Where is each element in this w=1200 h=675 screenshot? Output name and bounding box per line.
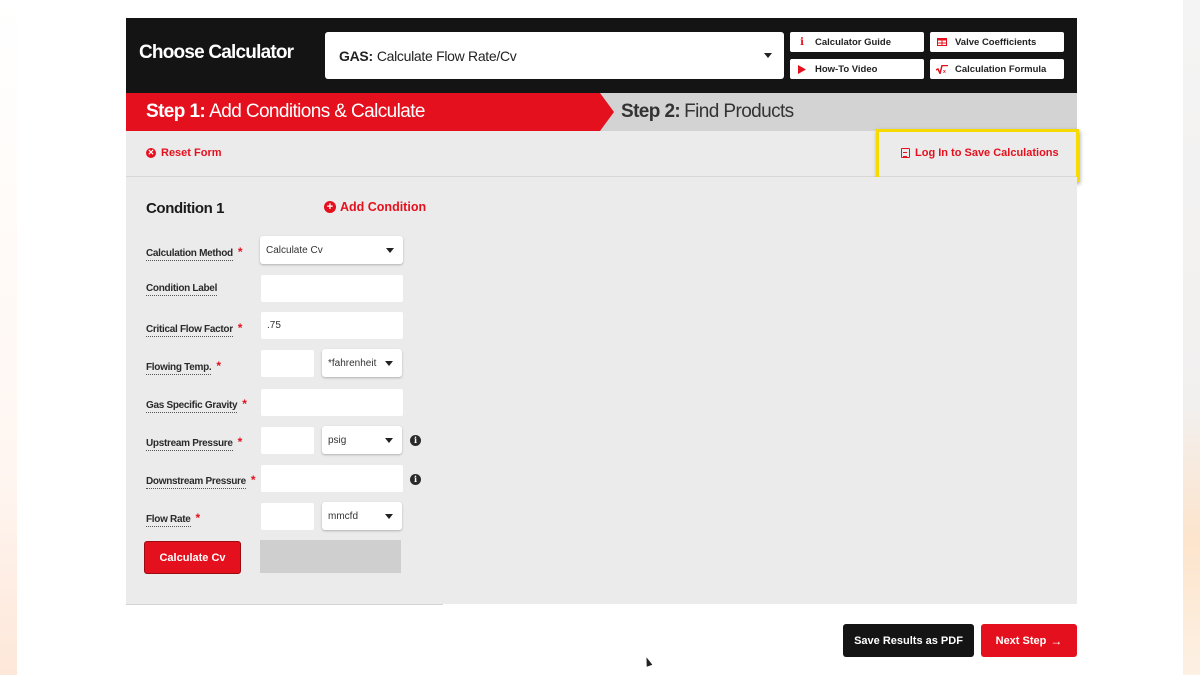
background-edge-right	[1183, 0, 1200, 675]
label-text: Flowing Temp.	[146, 362, 212, 375]
valve-coefficients-button[interactable]: Valve Coefficients	[930, 32, 1064, 52]
required-marker: *	[195, 511, 201, 525]
label-text: Gas Specific Gravity	[146, 400, 238, 413]
flow-rate-unit-value: mmcfd	[328, 510, 358, 522]
step-2-prefix: Step 2:	[621, 101, 681, 122]
reset-form-label: Reset Form	[161, 147, 222, 159]
label-text: Condition Label	[146, 283, 218, 296]
chevron-down-icon	[385, 514, 393, 519]
calculator-icon	[901, 148, 910, 158]
table-icon	[935, 38, 949, 46]
step-1-tab[interactable]: Step 1: Add Conditions & Calculate	[126, 93, 614, 131]
condition-label-label: Condition Label	[146, 283, 218, 296]
calculator-guide-label: Calculator Guide	[815, 36, 892, 48]
result-output	[260, 540, 401, 573]
flow-rate-label: Flow Rate *	[146, 511, 201, 527]
gas-specific-gravity-label: Gas Specific Gravity *	[146, 397, 247, 413]
header: Choose Calculator GAS: Calculate Flow Ra…	[126, 18, 1077, 93]
critical-flow-factor-label: Critical Flow Factor *	[146, 321, 243, 337]
calculation-method-value: Calculate Cv	[266, 244, 323, 256]
flowing-temp-unit-value: *fahrenheit	[328, 357, 377, 369]
info-icon[interactable]: i	[410, 474, 421, 485]
step-2-label: Find Products	[684, 101, 794, 122]
gas-specific-gravity-input[interactable]	[261, 389, 403, 416]
required-marker: *	[237, 321, 243, 335]
chevron-down-icon	[385, 438, 393, 443]
calculator-select-value: Calculate Flow Rate/Cv	[376, 47, 517, 64]
required-marker: *	[242, 397, 247, 411]
upstream-pressure-unit-select[interactable]: psig	[322, 426, 402, 454]
required-marker: *	[250, 473, 256, 487]
chevron-down-icon	[385, 361, 393, 366]
background-edge-left	[0, 0, 17, 675]
chevron-down-icon	[386, 248, 394, 253]
reset-form-button[interactable]: ✕ Reset Form	[146, 147, 222, 159]
upstream-pressure-label: Upstream Pressure *	[146, 435, 243, 451]
plus-circle-icon: +	[324, 201, 336, 213]
step-bar: Step 1: Add Conditions & Calculate Step …	[126, 93, 1077, 131]
how-to-video-label: How-To Video	[815, 63, 878, 75]
play-icon	[795, 64, 809, 74]
calculate-cv-button[interactable]: Calculate Cv	[144, 541, 241, 574]
downstream-pressure-input[interactable]	[261, 465, 403, 492]
flow-rate-unit-select[interactable]: mmcfd	[322, 502, 402, 530]
flow-rate-input[interactable]	[261, 503, 314, 530]
flowing-temp-input[interactable]	[261, 350, 314, 377]
critical-flow-factor-input[interactable]: .75	[261, 312, 403, 339]
arrow-right-icon: →	[1050, 633, 1063, 648]
next-step-label: Next Step	[995, 634, 1047, 647]
required-marker: *	[216, 359, 221, 373]
calculator-select[interactable]: GAS: Calculate Flow Rate/Cv	[325, 32, 784, 79]
svg-text:x: x	[943, 69, 946, 74]
flowing-temp-unit-select[interactable]: *fahrenheit	[322, 349, 402, 377]
save-results-pdf-button[interactable]: Save Results as PDF	[843, 624, 974, 657]
info-icon: i	[800, 36, 804, 48]
login-to-save-button[interactable]: Log In to Save Calculations	[901, 147, 1059, 159]
square-root-icon: x	[935, 64, 949, 74]
header-title: Choose Calculator	[139, 42, 294, 63]
flowing-temp-label: Flowing Temp. *	[146, 359, 221, 375]
step-1-label: Add Conditions & Calculate	[209, 101, 425, 122]
required-marker: *	[237, 245, 243, 259]
next-step-button[interactable]: Next Step →	[981, 624, 1077, 657]
close-circle-icon: ✕	[146, 148, 156, 158]
add-condition-label: Add Condition	[340, 200, 427, 214]
step-1-prefix: Step 1:	[146, 101, 206, 122]
calculator-select-prefix: GAS:	[339, 47, 373, 64]
calculator-guide-button[interactable]: i Calculator Guide	[790, 32, 924, 52]
label-text: Upstream Pressure	[146, 438, 233, 451]
step-2-tab[interactable]: Step 2: Find Products	[621, 93, 794, 131]
condition-title: Condition 1	[146, 200, 225, 217]
calculation-formula-label: Calculation Formula	[955, 63, 1047, 75]
upstream-pressure-input[interactable]	[261, 427, 314, 454]
info-icon[interactable]: i	[410, 435, 421, 446]
login-to-save-label: Log In to Save Calculations	[915, 147, 1059, 159]
label-text: Flow Rate	[146, 514, 191, 527]
downstream-pressure-label: Downstream Pressure *	[146, 473, 256, 489]
calculation-method-select[interactable]: Calculate Cv	[260, 236, 403, 264]
calculation-method-label: Calculation Method *	[146, 245, 243, 261]
valve-coefficients-label: Valve Coefficients	[955, 36, 1037, 48]
upstream-pressure-unit-value: psig	[328, 434, 347, 446]
label-text: Downstream Pressure	[146, 476, 246, 489]
add-condition-button[interactable]: + Add Condition	[324, 200, 426, 214]
condition-label-input[interactable]	[261, 275, 403, 302]
chevron-down-icon	[764, 53, 772, 58]
label-text: Calculation Method	[146, 248, 233, 261]
label-text: Critical Flow Factor	[146, 324, 233, 337]
how-to-video-button[interactable]: How-To Video	[790, 59, 924, 79]
calculation-formula-button[interactable]: x Calculation Formula	[930, 59, 1064, 79]
calculator-app: Choose Calculator GAS: Calculate Flow Ra…	[126, 18, 1079, 658]
required-marker: *	[237, 435, 243, 449]
